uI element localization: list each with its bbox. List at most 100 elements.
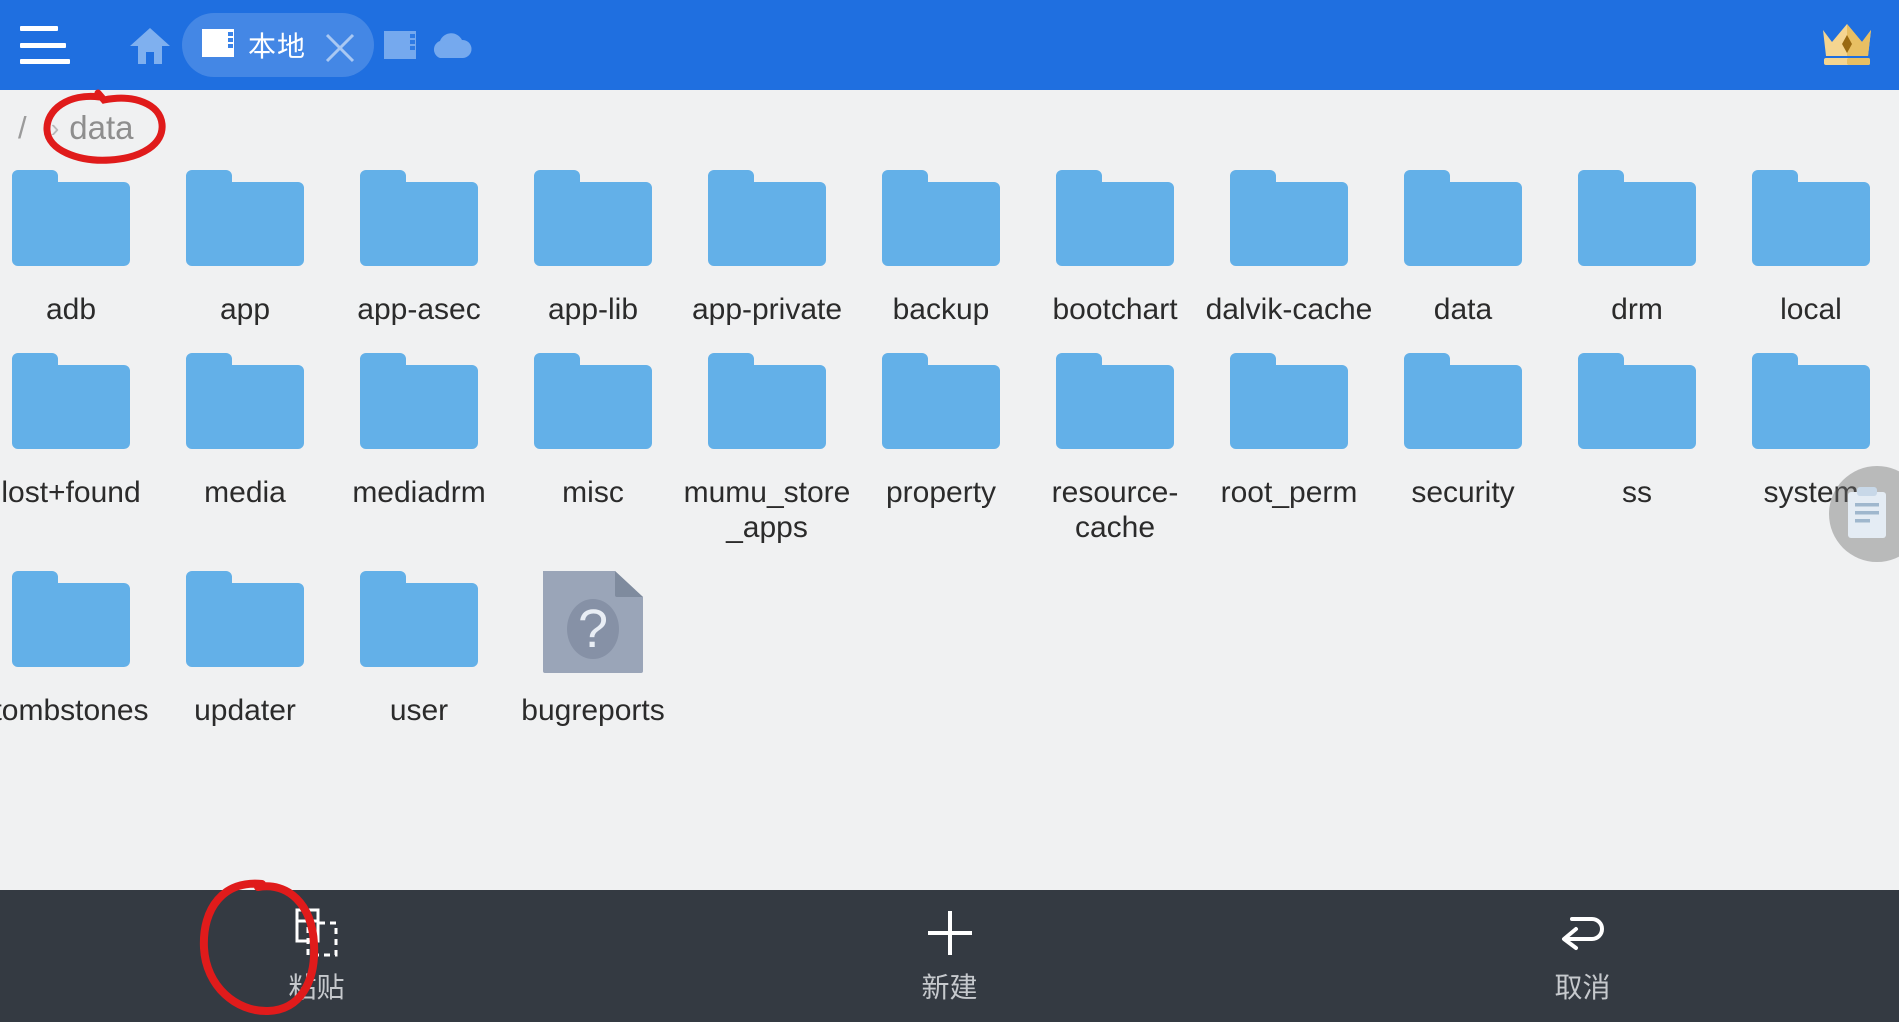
folder-icon — [182, 166, 308, 284]
item-label: misc — [562, 476, 624, 509]
tab-local-storage[interactable]: 本地 — [182, 13, 374, 77]
folder-item[interactable]: app — [158, 166, 332, 327]
breadcrumb-data[interactable]: data — [69, 109, 133, 147]
folder-item[interactable]: property — [854, 349, 1028, 510]
folder-item[interactable]: misc — [506, 349, 680, 510]
folder-icon — [530, 166, 656, 284]
bottom-toolbar: 粘贴 新建 取消 — [0, 890, 1899, 1022]
breadcrumb-root[interactable]: / — [18, 110, 27, 146]
paste-icon — [294, 906, 340, 960]
item-label: adb — [45, 293, 97, 326]
folder-icon — [1574, 349, 1700, 467]
item-label: data — [1433, 293, 1493, 326]
hamburger-line — [20, 59, 70, 64]
sd-card-icon — [200, 27, 236, 64]
item-label: app-asec — [357, 293, 481, 326]
top-app-bar: 本地 — [0, 0, 1899, 90]
folder-icon — [8, 166, 134, 284]
breadcrumb: / › data — [0, 90, 1899, 166]
folder-icon — [356, 349, 482, 467]
folder-item[interactable]: ss — [1550, 349, 1724, 510]
folder-icon — [182, 567, 308, 685]
folder-item[interactable]: app-private — [680, 166, 854, 327]
folder-icon — [1226, 166, 1352, 284]
folder-icon — [356, 166, 482, 284]
item-label: ss — [1622, 476, 1652, 509]
folder-item[interactable]: app-lib — [506, 166, 680, 327]
folder-item[interactable]: resource-cache — [1028, 349, 1202, 545]
item-label: dalvik-cache — [1205, 293, 1373, 326]
item-label: media — [204, 476, 286, 509]
folder-item[interactable]: security — [1376, 349, 1550, 510]
new-button[interactable]: 新建 — [633, 890, 1266, 1022]
folder-icon — [1052, 166, 1178, 284]
item-label: bootchart — [1052, 293, 1178, 326]
folder-item[interactable]: local — [1724, 166, 1898, 327]
row-spacer — [0, 327, 1899, 349]
hamburger-line — [20, 42, 66, 48]
folder-item[interactable]: updater — [158, 567, 332, 728]
folder-icon — [1400, 166, 1526, 284]
folder-item[interactable]: bootchart — [1028, 166, 1202, 327]
item-label: mumu_store_apps — [683, 476, 851, 544]
folder-item[interactable]: mumu_store_apps — [680, 349, 854, 545]
file-grid-row: adb app app-asec app-lib app-private bac… — [0, 166, 1899, 327]
folder-icon — [1226, 349, 1352, 467]
sd-card-icon[interactable] — [382, 28, 418, 62]
row-spacer — [0, 545, 1899, 567]
folder-item[interactable]: lost+found — [0, 349, 158, 510]
new-button-label: 新建 — [921, 971, 978, 1004]
folder-icon — [1748, 166, 1874, 284]
folder-item[interactable]: root_perm — [1202, 349, 1376, 510]
item-label: drm — [1611, 293, 1663, 326]
folder-item[interactable]: drm — [1550, 166, 1724, 327]
breadcrumb-separator: › — [50, 112, 60, 143]
folder-icon — [1052, 349, 1178, 467]
item-label: mediadrm — [352, 476, 486, 509]
close-icon[interactable] — [322, 30, 358, 66]
folder-item[interactable]: adb — [0, 166, 158, 327]
file-grid: adb app app-asec app-lib app-private bac… — [0, 166, 1899, 890]
paste-button[interactable]: 粘贴 — [0, 890, 633, 1022]
folder-item[interactable]: tombstones — [0, 567, 158, 728]
folder-icon — [182, 349, 308, 467]
hamburger-menu-icon[interactable] — [20, 22, 70, 68]
folder-item[interactable]: media — [158, 349, 332, 510]
item-label: user — [389, 694, 449, 727]
crown-vip-icon[interactable] — [1819, 18, 1875, 68]
item-label: app-lib — [547, 293, 639, 326]
cancel-button[interactable]: 取消 — [1266, 890, 1899, 1022]
item-label: security — [1411, 476, 1515, 509]
svg-text:?: ? — [578, 599, 608, 659]
unknown-file-icon: ? — [537, 567, 649, 685]
folder-icon — [1574, 166, 1700, 284]
folder-item[interactable]: mediadrm — [332, 349, 506, 510]
undo-arrow-icon — [1556, 906, 1610, 960]
folder-item[interactable]: backup — [854, 166, 1028, 327]
folder-icon — [8, 567, 134, 685]
file-item[interactable]: ? bugreports — [506, 567, 680, 728]
item-label: property — [885, 476, 997, 509]
item-label: local — [1780, 293, 1842, 326]
file-grid-row: lost+found media mediadrm misc mumu_stor… — [0, 349, 1899, 545]
item-label: tombstones — [0, 694, 149, 727]
folder-item[interactable]: app-asec — [332, 166, 506, 327]
hamburger-line — [20, 26, 58, 31]
item-label: root_perm — [1220, 476, 1358, 509]
cloud-icon[interactable] — [430, 30, 472, 60]
folder-item[interactable]: user — [332, 567, 506, 728]
item-label: updater — [194, 694, 296, 727]
folder-item[interactable]: dalvik-cache — [1202, 166, 1376, 327]
folder-icon — [878, 349, 1004, 467]
file-grid-row: tombstones updater user ? bugreports — [0, 567, 1899, 728]
folder-icon — [530, 349, 656, 467]
folder-item[interactable]: data — [1376, 166, 1550, 327]
folder-icon — [704, 349, 830, 467]
folder-icon — [8, 349, 134, 467]
cancel-button-label: 取消 — [1554, 971, 1611, 1004]
item-label: bugreports — [521, 694, 665, 727]
item-label: resource-cache — [1051, 476, 1179, 544]
paste-button-label: 粘贴 — [288, 971, 345, 1004]
folder-icon — [356, 567, 482, 685]
home-icon[interactable] — [128, 26, 172, 66]
